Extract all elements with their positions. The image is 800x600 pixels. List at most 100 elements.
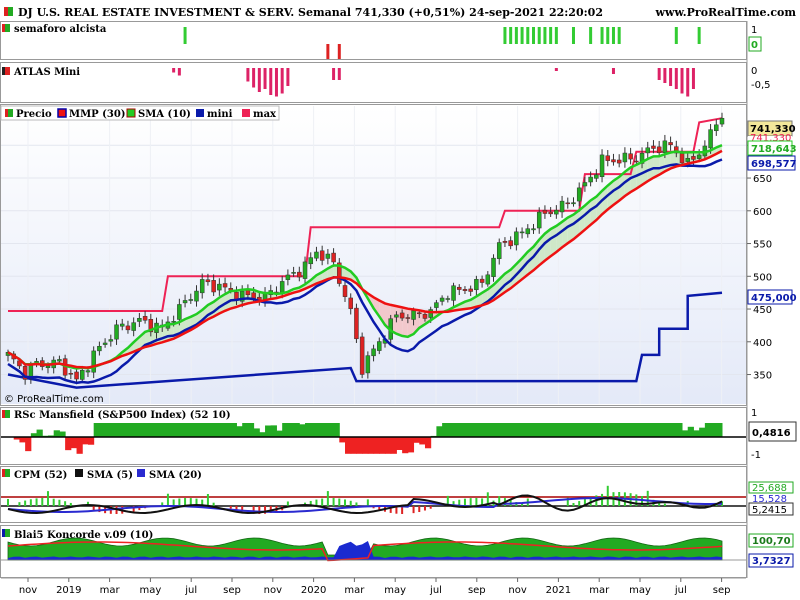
candle [359, 332, 365, 379]
mansfield-bar [156, 423, 163, 437]
time-tick-label: sep [223, 585, 241, 596]
mansfield-bar [350, 437, 357, 454]
cpm-label-c: SMA (20) [149, 470, 202, 481]
cpm-bar [64, 501, 67, 506]
semaforo-bar [532, 27, 536, 44]
mansfield-bar [367, 437, 375, 454]
mansfield-bar [442, 423, 449, 437]
mansfield-bar [116, 423, 123, 437]
atlas-bar [269, 68, 273, 95]
mansfield-bar [356, 437, 363, 454]
mansfield-bar [242, 423, 249, 437]
price-tick-label: 450 [753, 305, 772, 316]
semaforo-tag: 0 [751, 40, 758, 51]
time-tick-label: jul [674, 585, 687, 596]
time-tick-label: sep [713, 585, 731, 596]
cpm-tag3: 5,2415 [752, 505, 787, 516]
cpm-bar [469, 498, 472, 506]
mansfield-bar [373, 437, 380, 454]
mansfield-bar [516, 423, 523, 437]
price-tick-label: 550 [753, 240, 772, 251]
cpm-bar [206, 494, 209, 506]
mansfield-bar [482, 423, 489, 437]
price-tick-label: 400 [753, 338, 772, 349]
cpm-bar [572, 502, 575, 506]
mansfield-bar [699, 427, 706, 437]
cpm-bar [601, 493, 604, 506]
mansfield-bar [453, 423, 460, 437]
mansfield-bar [225, 423, 232, 437]
cpm-bar [212, 502, 215, 506]
mansfield-bar [596, 423, 603, 437]
mansfield-tag: 0,4816 [752, 428, 791, 439]
mansfield-bar [539, 423, 546, 437]
mansfield-bar [276, 430, 283, 437]
time-tick-label: jul [429, 585, 442, 596]
mansfield-bar [265, 425, 272, 437]
candle [354, 303, 359, 343]
mansfield-bar [676, 423, 683, 437]
cpm-bar [475, 498, 478, 506]
cpm-bar [52, 498, 55, 506]
mansfield-bar [105, 423, 112, 437]
cpm-bar [24, 500, 27, 506]
mansfield-bar [65, 437, 72, 451]
mansfield-axis-bottom: -1 [751, 450, 761, 461]
mansfield-bar [305, 423, 312, 437]
atlas-axis-top: 0 [751, 66, 757, 77]
mansfield-bar [710, 423, 717, 437]
atlas-bar [686, 68, 690, 97]
mansfield-bar [396, 437, 403, 450]
atlas-bar [691, 68, 695, 89]
mansfield-bar [190, 423, 197, 437]
atlas-bar [611, 68, 615, 74]
legend-max: max [253, 109, 277, 120]
cpm-bar [7, 499, 9, 506]
mansfield-bar [70, 437, 78, 449]
price-tick-label: 350 [753, 371, 772, 382]
mansfield-bar [682, 430, 689, 437]
mansfield-bar [499, 423, 506, 437]
cpm-bar [286, 501, 289, 506]
mansfield-bar [470, 423, 477, 437]
time-tick-label: mar [344, 585, 365, 596]
mansfield-bar [636, 423, 643, 437]
mansfield-bar [522, 423, 529, 437]
legend-sma10: SMA (10) [138, 109, 191, 120]
cpm-bar [521, 503, 524, 506]
mansfield-bar [613, 423, 620, 437]
mansfield-bar [504, 423, 512, 437]
mansfield-bar [413, 437, 420, 443]
mansfield-bar [384, 437, 392, 454]
time-tick-label: mar [589, 585, 610, 596]
mansfield-bar [139, 423, 146, 437]
mansfield-bar [590, 423, 597, 437]
semaforo-bar [674, 27, 678, 44]
mansfield-bar [487, 423, 495, 437]
mansfield-bar [293, 423, 300, 437]
time-tick-label: 2021 [546, 585, 571, 596]
mansfield-bar [704, 423, 712, 437]
mansfield-bar [213, 423, 220, 437]
cpm-bar [418, 506, 421, 513]
atlas-bar [680, 68, 684, 94]
mansfield-bar [236, 426, 243, 437]
semaforo-bar [183, 27, 187, 44]
time-tick-label: 2019 [56, 585, 81, 596]
mansfield-bar [630, 423, 637, 437]
semaforo-bar [526, 27, 530, 44]
cpm-bar [178, 498, 181, 506]
semaforo-bar [549, 27, 553, 44]
mansfield-bar [76, 437, 83, 454]
mansfield-bar [316, 423, 323, 437]
mansfield-bar [287, 423, 295, 437]
cpm-label-b: SMA (5) [87, 470, 133, 481]
cpm-bar [229, 506, 232, 509]
atlas-bar [669, 68, 673, 86]
mansfield-bar [379, 437, 386, 454]
mansfield-bar [670, 423, 677, 437]
price-legend: Precio MMP (30) SMA (10) mini max [0, 105, 280, 121]
mansfield-bar [407, 437, 415, 453]
mansfield-bar [562, 423, 569, 437]
price-tick-label: 500 [753, 272, 772, 283]
